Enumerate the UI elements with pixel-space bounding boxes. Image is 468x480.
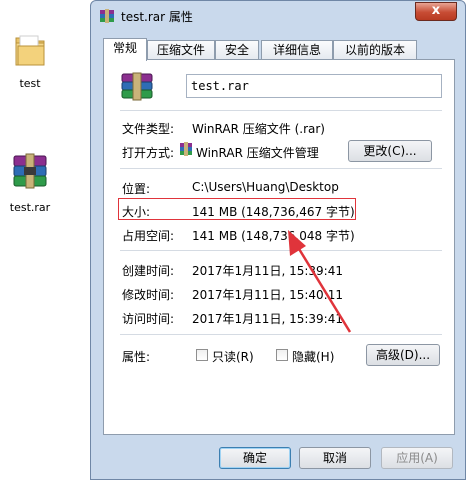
winrar-app-icon (180, 142, 192, 159)
created-label: 创建时间: (122, 264, 175, 278)
tab-security[interactable]: 安全 (215, 40, 259, 60)
winrar-archive-icon (13, 153, 47, 189)
advanced-button[interactable]: 高级(D)... (366, 344, 440, 366)
winrar-title-icon (99, 8, 115, 27)
file-type-label: 文件类型: (122, 122, 175, 136)
winrar-file-icon (120, 72, 154, 105)
opens-with-value: WinRAR 压缩文件管理 (196, 146, 319, 160)
divider (120, 168, 442, 169)
folder-icon (15, 35, 45, 66)
hidden-label[interactable]: 隐藏(H) (292, 348, 334, 365)
desktop-rar-icon[interactable]: test.rar (0, 150, 60, 214)
apply-button[interactable]: 应用(A) (381, 447, 453, 469)
opens-with-label: 打开方式: (122, 146, 175, 160)
accessed-label: 访问时间: (122, 312, 175, 326)
readonly-label[interactable]: 只读(R) (212, 348, 254, 365)
tab-general[interactable]: 常规 (103, 38, 147, 61)
readonly-checkbox[interactable] (196, 349, 208, 361)
window-title: test.rar 属性 (121, 10, 193, 24)
desktop-rar-label: test.rar (9, 201, 51, 214)
close-icon: x (431, 3, 441, 18)
properties-window: test.rar 属性 x 常规 压缩文件 安全 详细信息 以前的版本 test… (90, 0, 466, 480)
desktop-folder-icon[interactable]: test (0, 30, 60, 90)
file-type-value: WinRAR 压缩文件 (.rar) (192, 122, 325, 136)
hidden-checkbox[interactable] (276, 349, 288, 361)
change-button[interactable]: 更改(C)... (348, 140, 432, 162)
close-button[interactable]: x (415, 2, 457, 21)
cancel-button[interactable]: 取消 (299, 447, 371, 469)
modified-label: 修改时间: (122, 288, 175, 302)
divider (120, 110, 442, 111)
location-label: 位置: (122, 182, 151, 196)
size-on-disk-label: 占用空间: (122, 229, 175, 243)
tab-details[interactable]: 详细信息 (261, 40, 333, 60)
general-panel: test.rar 文件类型: WinRAR 压缩文件 (.rar) 打开方式: … (103, 59, 455, 435)
size-label: 大小: (122, 205, 151, 219)
attributes-label: 属性: (122, 350, 151, 364)
title-bar[interactable]: test.rar 属性 x (91, 1, 465, 31)
filename-field[interactable]: test.rar (186, 74, 442, 98)
location-value: C:\Users\Huang\Desktop (192, 180, 339, 194)
desktop-folder-label: test (19, 77, 41, 90)
annotation-arrow-icon (288, 230, 352, 333)
tab-previous-versions[interactable]: 以前的版本 (333, 40, 417, 60)
tab-archive[interactable]: 压缩文件 (147, 40, 215, 60)
ok-button[interactable]: 确定 (219, 447, 291, 469)
